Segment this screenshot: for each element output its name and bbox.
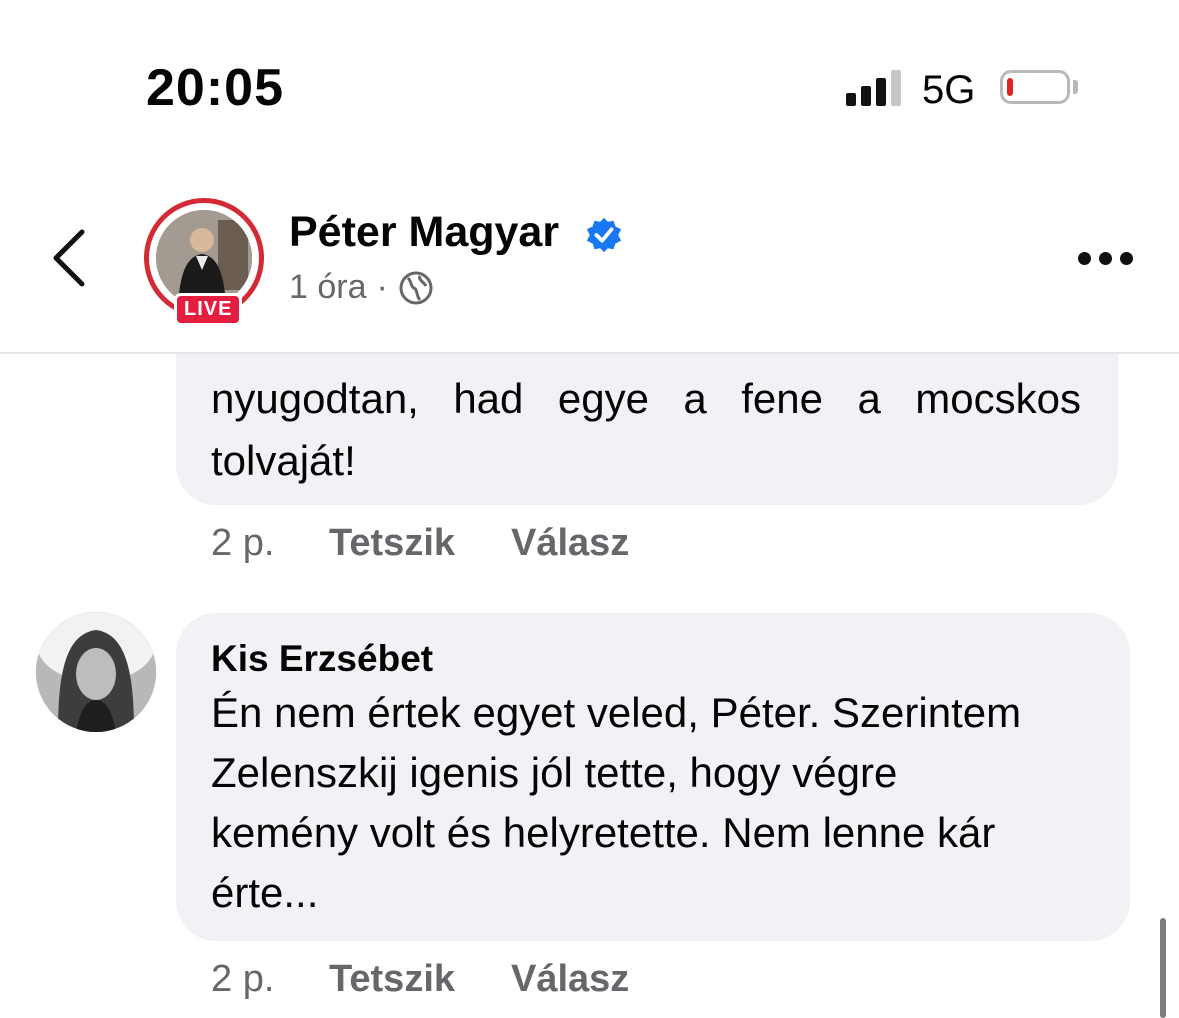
comment-text-1-line-2: tolvaját!: [211, 437, 356, 484]
comment-time: 2 p.: [211, 958, 275, 1000]
scrollbar[interactable]: [1160, 918, 1166, 1018]
network-label: 5G: [922, 68, 976, 112]
comment-time: 2 p.: [211, 522, 275, 564]
comment-actions-1: 2 p. Tetszik Válasz: [211, 522, 629, 565]
post-meta: 1 óra ·: [289, 268, 434, 307]
like-button[interactable]: Tetszik: [329, 522, 511, 565]
verified-icon: [586, 217, 622, 253]
battery-icon: [1000, 70, 1070, 104]
meta-separator: ·: [376, 268, 388, 306]
page-name[interactable]: Péter Magyar: [289, 208, 559, 257]
reply-button[interactable]: Válasz: [511, 522, 629, 565]
back-icon[interactable]: [50, 228, 90, 288]
commenter-avatar-image: [36, 612, 156, 732]
comment-actions-2: 2 p. Tetszik Válasz: [211, 958, 629, 1001]
commenter-avatar[interactable]: [36, 612, 156, 732]
header-divider: [0, 352, 1179, 354]
like-button[interactable]: Tetszik: [329, 958, 511, 1001]
comment-author[interactable]: Kis Erzsébet: [211, 638, 433, 680]
comment-text-1-line-1: nyugodtan, had egye a fene a mocskos: [211, 375, 1081, 422]
more-options-icon[interactable]: [1078, 250, 1136, 266]
post-time: 1 óra: [289, 268, 367, 306]
reply-button[interactable]: Válasz: [511, 958, 629, 1001]
page-avatar[interactable]: LIVE: [144, 198, 264, 326]
page-avatar-image: [156, 210, 252, 306]
globe-icon: [399, 271, 433, 304]
live-badge: LIVE: [174, 293, 243, 326]
comment-text-1: nyugodtan, had egye a fene a mocskos tol…: [211, 368, 1081, 492]
status-time: 20:05: [146, 59, 284, 117]
battery-tip: [1073, 80, 1078, 94]
comment-text-2: Én nem értek egyet veled, Péter. Szerint…: [211, 689, 1022, 916]
signal-icon: [846, 70, 906, 106]
